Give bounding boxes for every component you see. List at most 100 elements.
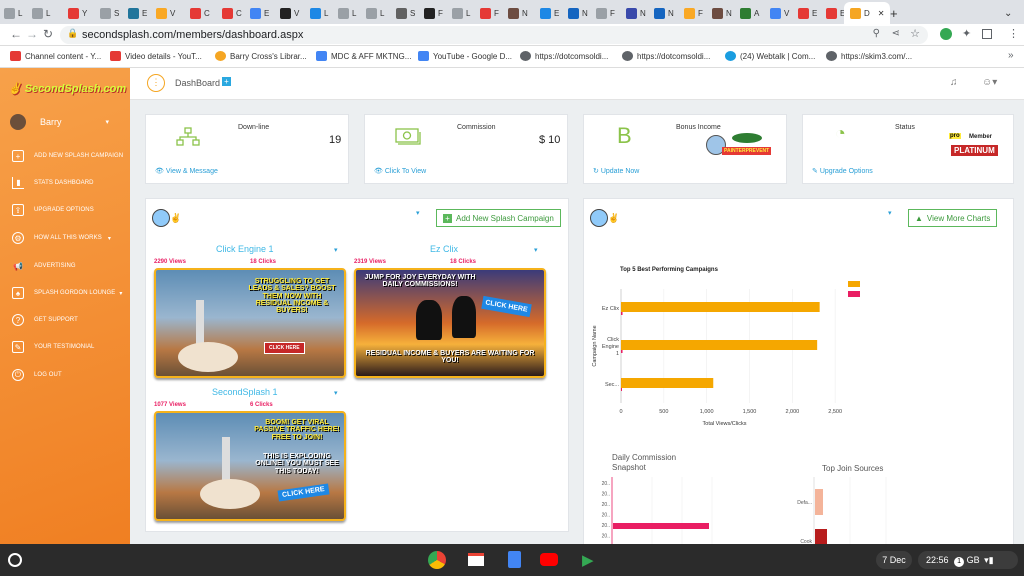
browser-tab[interactable]: C [190,4,210,22]
site-logo[interactable]: ✌ SecondSplash.com [8,82,126,95]
charts-panel: ✌ ▾ ▲ View More Charts Top 5 Best Perform… [583,198,1014,545]
browser-tab[interactable]: N [626,4,646,22]
forward-arrow-icon[interactable]: → [26,27,38,41]
sidebar-item-advertising[interactable]: 📢 ADVERTISING [12,260,76,272]
chevron-down-icon[interactable]: ▾ [334,389,338,397]
browser-tab[interactable]: E [250,4,269,22]
bookmark-item[interactable]: Video details - YouT... [110,51,202,61]
browser-tab[interactable]: N [568,4,588,22]
browser-tab[interactable]: E [826,4,845,22]
stat-link[interactable]: ✎ Upgrade Options [812,167,873,175]
youtube-icon[interactable] [540,553,558,566]
bookmark-item[interactable]: YouTube - Google D... [418,51,512,61]
bookmark-item[interactable]: MDC & AFF MKTNG... [316,51,411,61]
view-more-charts-button[interactable]: ▲ View More Charts [908,209,998,227]
browser-tab[interactable]: L [4,4,22,22]
chevron-down-icon[interactable]: ▾ [334,246,338,254]
system-tray[interactable]: 22:56 1 GB ▾▮ [918,551,1018,569]
reload-icon[interactable]: ↻ [43,27,53,41]
add-new-campaign-button[interactable]: + Add New Splash Campaign [436,209,561,227]
browser-tab[interactable]: F [424,4,443,22]
browser-tab[interactable]: E [128,4,147,22]
bonus-b-icon: B [617,123,632,148]
browser-tab[interactable]: C [222,4,242,22]
browser-tab[interactable]: N [508,4,528,22]
sidebar-item-stats[interactable]: ▮ STATS DASHBOARD [12,177,94,189]
play-store-icon[interactable]: ▶ [582,551,594,569]
browser-tab[interactable]: F [684,4,703,22]
chevron-down-icon[interactable]: ▾ [416,209,420,217]
plus-badge-icon[interactable]: + [222,77,231,86]
sidebar-item-testimonial[interactable]: ✎ YOUR TESTIMONIAL [12,341,95,353]
close-tab-icon[interactable]: ✕ [878,9,885,18]
sidebar-item-lounge[interactable]: ♠ SPLASH GORDON LOUNGE ▾ [12,287,122,299]
docs-icon[interactable] [508,551,521,568]
browser-tab[interactable]: N [654,4,674,22]
sidebar-item-add-campaign[interactable]: + ADD NEW SPLASH CAMPAIGN [12,150,123,162]
gmail-icon[interactable] [468,553,484,566]
bookmark-item[interactable]: https://dotcomsoldi... [622,51,710,61]
browser-tab[interactable]: F [480,4,499,22]
active-browser-tab[interactable]: D ✕ [844,2,891,24]
bell-icon[interactable]: ♫ [950,77,958,88]
browser-tab[interactable]: V [280,4,299,22]
sidebar-item-support[interactable]: ? GET SUPPORT [12,314,78,326]
bookmarks-overflow-icon[interactable]: » [1008,50,1014,61]
share-icon[interactable]: ⋖ [892,28,900,39]
campaign-title[interactable]: Click Engine 1 [216,244,274,254]
user-settings-icon[interactable]: ☺▾ [982,77,997,88]
browser-tab[interactable]: V [770,4,789,22]
back-arrow-icon[interactable]: ← [10,27,22,41]
chrome-icon[interactable] [428,551,446,569]
browser-tab[interactable]: S [100,4,119,22]
browser-tab[interactable]: Y [68,4,87,22]
chevron-down-icon[interactable]: ▾ [534,246,538,254]
campaign-clicks: 6 Clicks [250,402,273,408]
bookmark-star-icon[interactable]: ☆ [910,27,920,40]
stat-link[interactable]: ↻ Update Now [593,167,639,175]
tab-search-chevron-icon[interactable]: ⌄ [1004,4,1012,22]
new-tab-button[interactable]: + [890,4,898,22]
sidebar-item-how-it-works[interactable]: ⚙ HOW ALL THIS WORKS ▾ [12,232,111,244]
launcher-icon[interactable] [8,553,22,567]
browser-tab[interactable]: L [338,4,356,22]
browser-tab[interactable]: E [540,4,559,22]
date-display[interactable]: 7 Dec [876,551,912,569]
bookmark-item[interactable]: https://dotcomsoldi... [520,51,608,61]
browser-tab[interactable]: F [596,4,615,22]
campaign-title[interactable]: Ez Clix [430,244,458,254]
menu-kebab-icon[interactable]: ⋮ [1008,27,1019,40]
browser-tab[interactable]: A [740,4,759,22]
y-tick-label: 20.. [602,502,610,508]
campaign-banner[interactable]: JUMP FOR JOY EVERYDAY WITH DAILY COMMISS… [354,268,546,378]
browser-tab[interactable]: L [366,4,384,22]
sidebar-item-upgrade[interactable]: ⇪ UPGRADE OPTIONS [12,204,94,216]
zoom-icon[interactable]: ⚲ [873,28,880,39]
bookmark-item[interactable]: (24) Webtalk | Com... [725,51,815,61]
campaign-banner[interactable]: BOOM! GET VIRAL PASSIVE TRAFFIC HERE! FR… [154,411,346,521]
bookmark-item[interactable]: Channel content - Y... [10,51,101,61]
user-menu[interactable]: Barry ▾ [10,114,109,130]
address-bar[interactable]: 🔒 secondsplash.com/members/dashboard.asp… [60,26,928,44]
campaign-banner[interactable]: STRUGGLING TO GET LEADS & SALES? BOOST T… [154,268,346,378]
stat-link[interactable]: 👁 View & Message [155,167,218,175]
browser-tab[interactable]: L [452,4,470,22]
menu-toggle-icon[interactable]: ⋮ [147,74,165,92]
top-join-sources-title: Top Join Sources [822,464,884,473]
puzzle-icon[interactable]: ✦ [962,27,971,40]
side-panel-icon[interactable] [982,29,992,39]
browser-tab[interactable]: V [156,4,175,22]
browser-tab[interactable]: N [712,4,732,22]
campaign-title[interactable]: SecondSplash 1 [212,387,278,397]
stat-link[interactable]: 👁 Click To View [374,167,426,175]
browser-tab[interactable]: L [310,4,328,22]
browser-tab[interactable]: S [396,4,415,22]
browser-tab[interactable]: E [798,4,817,22]
bookmark-item[interactable]: Barry Cross's Librar... [215,51,307,61]
bookmark-item[interactable]: https://skim3.com/... [826,51,912,61]
browser-tab[interactable]: L [32,4,50,22]
chevron-down-icon[interactable]: ▾ [888,209,892,217]
extension-icon[interactable] [940,28,952,40]
sidebar-item-logout[interactable]: ⏻ LOG OUT [12,369,62,381]
category-label: Defa... [797,500,812,506]
